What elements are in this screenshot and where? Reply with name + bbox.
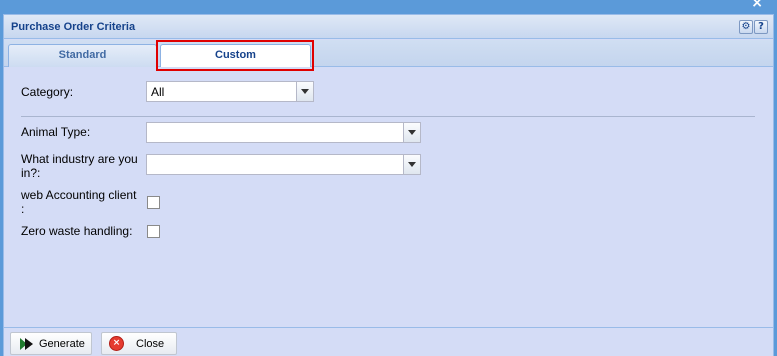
chevron-down-icon[interactable] (403, 123, 420, 142)
tab-standard[interactable]: Standard (8, 44, 157, 67)
close-label: Close (136, 338, 165, 350)
animal-type-label: Animal Type: (21, 125, 91, 139)
industry-select[interactable] (146, 154, 421, 175)
tab-custom[interactable]: Custom (160, 44, 311, 67)
gear-icon[interactable]: ⚙ (739, 20, 753, 34)
web-accounting-checkbox[interactable] (147, 196, 160, 209)
close-icon[interactable]: × (751, 0, 763, 10)
title-bar: Purchase Order Criteria ⚙ ? (4, 15, 773, 39)
industry-label-line1: What industry are you (21, 152, 138, 166)
web-accounting-label-line2: : (21, 202, 25, 216)
zero-waste-label: Zero waste handling: (21, 224, 133, 238)
help-icon[interactable]: ? (754, 20, 768, 34)
chevron-down-icon[interactable] (296, 82, 313, 101)
zero-waste-checkbox[interactable] (147, 225, 160, 238)
category-select[interactable]: All (146, 81, 314, 102)
footer-toolbar: Generate × Close (4, 327, 773, 356)
close-circle-icon: × (109, 336, 124, 351)
industry-label-line2: in?: (21, 166, 41, 180)
web-accounting-label-line1: web Accounting client (21, 188, 137, 202)
play-arrow-icon (20, 338, 33, 350)
tab-strip: Standard Custom (4, 40, 773, 67)
generate-button[interactable]: Generate (10, 332, 92, 355)
animal-type-select[interactable] (146, 122, 421, 143)
criteria-form: Category: All Animal Type: What industry… (4, 67, 773, 327)
window-top-strip: × (0, 0, 777, 14)
close-button[interactable]: × Close (101, 332, 177, 355)
chevron-down-icon[interactable] (403, 155, 420, 174)
section-divider (21, 116, 755, 117)
category-value: All (151, 85, 165, 99)
window-title: Purchase Order Criteria (11, 21, 136, 33)
generate-label: Generate (39, 338, 85, 350)
category-label: Category: (21, 85, 74, 99)
purchase-order-criteria-window: Purchase Order Criteria ⚙ ? Standard Cus… (3, 14, 774, 356)
